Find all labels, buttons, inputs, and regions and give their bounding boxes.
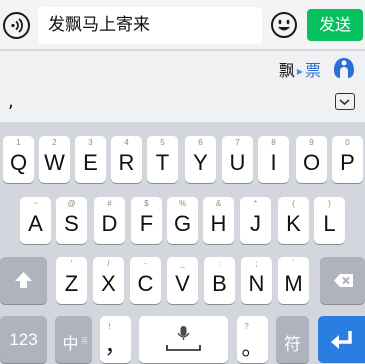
key-y[interactable]: 6Y [185, 136, 216, 183]
key-k[interactable]: (K [278, 197, 309, 244]
comma-key[interactable]: ! ， [100, 316, 131, 363]
key-j[interactable]: * J [240, 197, 271, 244]
candidate-word[interactable]: 票 [305, 61, 321, 80]
numbers-key[interactable]: 123 [0, 316, 47, 363]
candidate-bar: 飘 ▶ 票 [0, 51, 365, 85]
shift-key[interactable] [0, 257, 47, 304]
symbols-key[interactable]: 符 [276, 316, 309, 363]
space-key[interactable] [139, 316, 228, 363]
emoji-button[interactable] [270, 11, 298, 39]
delete-key[interactable] [320, 257, 365, 304]
key-l[interactable]: ) L [314, 197, 345, 244]
send-button[interactable]: 发送 [307, 9, 363, 41]
emoji-icon [271, 12, 297, 38]
key-b[interactable]: :B [204, 257, 235, 304]
key-i[interactable]: 8I [258, 136, 289, 183]
key-z[interactable]: ' Z [56, 257, 87, 304]
key-u[interactable]: 7U [222, 136, 253, 183]
key-g[interactable]: % G [167, 197, 198, 244]
key-f[interactable]: $ F [131, 197, 162, 244]
composition-text: , [8, 91, 14, 112]
chat-input-bar: 发飘马上寄来 发送 [0, 0, 365, 50]
enter-key[interactable] [318, 316, 365, 363]
chinese-english-toggle[interactable]: 中 英 [55, 316, 92, 363]
key-q[interactable]: 1Q [3, 136, 34, 183]
voice-icon [11, 18, 23, 33]
key-d[interactable]: # D [94, 197, 125, 244]
delete-icon [334, 274, 353, 287]
key-t[interactable]: 5T [147, 136, 178, 183]
key-p[interactable]: 0P [332, 136, 363, 183]
key-m[interactable]: ` M [278, 257, 309, 304]
key-v[interactable]: _ V [167, 257, 198, 304]
voice-button[interactable] [3, 12, 30, 39]
key-c[interactable]: -C [130, 257, 161, 304]
enter-icon [331, 331, 352, 349]
period-key[interactable]: ? 。 [237, 316, 268, 363]
keyboard-collapse-button[interactable] [335, 93, 355, 110]
candidate-words[interactable]: 飘 ▶ 票 [279, 57, 321, 81]
key-n[interactable]: ; N [241, 257, 272, 304]
key-h[interactable]: & H [203, 197, 234, 244]
keyboard-collapse-icon [339, 99, 350, 106]
key-r[interactable]: 4R [111, 136, 142, 183]
shift-icon [15, 272, 32, 288]
key-a[interactable]: ~ A [20, 197, 51, 244]
candidate-word[interactable]: 飘 [279, 61, 295, 80]
key-x[interactable]: / X [93, 257, 124, 304]
key-w[interactable]: 2W [39, 136, 70, 183]
sogou-logo-icon[interactable] [333, 57, 355, 79]
message-input[interactable]: 发飘马上寄来 [38, 7, 262, 44]
composition-bar: , [0, 85, 365, 122]
key-o[interactable]: 9O [296, 136, 327, 183]
key-s[interactable]: @ S [56, 197, 87, 244]
space-icon [166, 345, 201, 351]
arrow-icon: ▶ [296, 67, 303, 76]
key-e[interactable]: 3E [75, 136, 106, 183]
